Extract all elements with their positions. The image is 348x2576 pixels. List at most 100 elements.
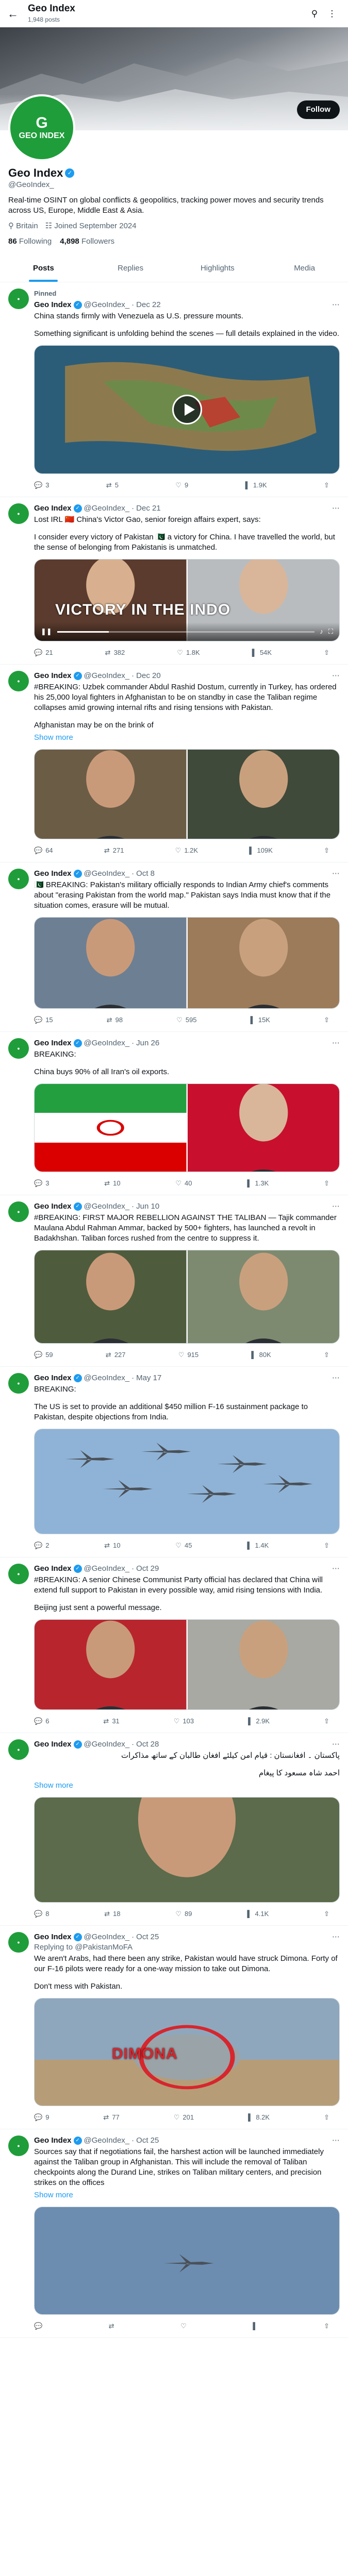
reply-button[interactable]: 💬 3 [34, 480, 49, 490]
like-button[interactable]: ♡ 40 [175, 1178, 192, 1189]
tweet[interactable]: ● Geo Index ✓ @GeoIndex_ · May 17 ⋯ BREAKING: Th… [0, 1367, 348, 1557]
tweet-avatar[interactable]: ● [8, 289, 29, 309]
tweet[interactable]: ● Geo Index ✓ @GeoIndex_ · Jun 26 ⋯ BREAKING: Ch… [0, 1032, 348, 1195]
repost-button[interactable]: ⇄ 271 [104, 845, 124, 856]
tweet-avatar[interactable]: ● [8, 1932, 29, 1953]
share-button[interactable]: ⇧ [324, 648, 329, 658]
tweet-media[interactable] [34, 1797, 340, 1903]
more-options-icon[interactable]: ⋯ [332, 2136, 340, 2146]
video-pause-icon[interactable]: ❚❚ [41, 626, 52, 637]
tweet-author-name[interactable]: Geo Index [34, 869, 72, 879]
share-button[interactable]: ⇧ [324, 2112, 329, 2123]
repost-button[interactable]: ⇄ 10 [104, 1540, 120, 1551]
tweet-handle[interactable]: @GeoIndex_ [84, 503, 130, 514]
tweet-author-name[interactable]: Geo Index [34, 1739, 72, 1750]
like-button[interactable]: ♡ 103 [174, 1716, 194, 1726]
repost-button[interactable]: ⇄ [109, 2321, 118, 2331]
share-button[interactable]: ⇧ [324, 2321, 329, 2331]
video-progress-bar[interactable] [57, 631, 315, 633]
tweet-date[interactable]: Jun 26 [136, 1038, 159, 1048]
tweet[interactable]: ● Geo Index ✓ @GeoIndex_ · Oct 25 ⋯ Sources say… [0, 2129, 348, 2338]
views-button[interactable]: ▌ [253, 2321, 260, 2331]
share-button[interactable]: ⇧ [324, 1540, 329, 1551]
views-button[interactable]: ▌ 109K [249, 845, 273, 856]
views-button[interactable]: ▌ 8.2K [248, 2112, 270, 2123]
reply-button[interactable]: 💬 6 [34, 1716, 49, 1726]
tweet-media[interactable]: DIMONA [34, 1998, 340, 2106]
tweet-author-name[interactable]: Geo Index [34, 1564, 72, 1574]
tweet-date[interactable]: Oct 25 [136, 1932, 159, 1942]
more-options-icon[interactable]: ⋯ [332, 869, 340, 879]
tweet-avatar[interactable]: ● [8, 869, 29, 889]
tweet[interactable]: ● Geo Index ✓ @GeoIndex_ · Dec 21 ⋯ Lost IRL 🇨🇳… [0, 497, 348, 665]
tweet-media[interactable]: VICTORY IN THE INDO ❚❚ ♪ ⛶ [34, 559, 340, 641]
tweet-handle[interactable]: @GeoIndex_ [84, 1739, 130, 1750]
reply-button[interactable]: 💬 15 [34, 1015, 53, 1025]
repost-button[interactable]: ⇄ 10 [104, 1178, 120, 1189]
tweet-avatar[interactable]: ● [8, 1739, 29, 1760]
like-button[interactable]: ♡ 1.2K [175, 845, 198, 856]
like-button[interactable]: ♡ 9 [175, 480, 188, 490]
more-icon[interactable]: ⋮ [323, 9, 341, 19]
like-button[interactable]: ♡ 915 [178, 1350, 198, 1360]
tweet-handle[interactable]: @GeoIndex_ [84, 1038, 130, 1048]
tweet-media[interactable] [34, 1083, 340, 1172]
tweet-handle[interactable]: @GeoIndex_ [84, 1201, 130, 1212]
tweet-date[interactable]: Dec 21 [136, 503, 161, 514]
tweet-date[interactable]: May 17 [136, 1373, 161, 1383]
tweet-media[interactable] [34, 917, 340, 1009]
tweet-author-name[interactable]: Geo Index [34, 300, 72, 310]
reply-button[interactable]: 💬 [34, 2321, 45, 2331]
fullscreen-icon[interactable]: ⛶ [328, 626, 333, 637]
tab-posts[interactable]: Posts [0, 255, 87, 282]
follow-button[interactable]: Follow [296, 100, 340, 119]
repost-button[interactable]: ⇄ 31 [103, 1716, 119, 1726]
tweet-avatar[interactable]: ● [8, 1373, 29, 1394]
like-button[interactable]: ♡ 45 [175, 1540, 192, 1551]
tweet-handle[interactable]: @GeoIndex_ [84, 1932, 130, 1942]
tweet-handle[interactable]: @GeoIndex_ [84, 869, 130, 879]
share-button[interactable]: ⇧ [324, 1350, 329, 1360]
repost-button[interactable]: ⇄ 382 [105, 648, 125, 658]
share-button[interactable]: ⇧ [324, 1015, 329, 1025]
share-button[interactable]: ⇧ [324, 1909, 329, 1919]
views-button[interactable]: ▌ 1.9K [245, 480, 267, 490]
like-button[interactable]: ♡ [180, 2321, 190, 2331]
more-options-icon[interactable]: ⋯ [332, 1373, 340, 1383]
following-link[interactable]: 86 Following [8, 236, 52, 247]
tweet-avatar[interactable]: ● [8, 1564, 29, 1584]
views-button[interactable]: ▌ 54K [252, 648, 272, 658]
show-more-link[interactable]: Show more [34, 1781, 340, 1791]
search-icon[interactable]: ⚲ [306, 9, 323, 19]
repost-button[interactable]: ⇄ 98 [107, 1015, 123, 1025]
tweet[interactable]: ● Geo Index ✓ @GeoIndex_ · Oct 8 ⋯ 🇵🇰 BREAKING:… [0, 862, 348, 1032]
tweet-avatar[interactable]: ● [8, 671, 29, 691]
more-options-icon[interactable]: ⋯ [332, 671, 340, 681]
tweet-date[interactable]: Oct 29 [136, 1564, 159, 1574]
tweet-date[interactable]: Dec 20 [136, 671, 161, 681]
tab-highlights[interactable]: Highlights [174, 255, 261, 282]
repost-button[interactable]: ⇄ 5 [106, 480, 119, 490]
share-button[interactable]: ⇧ [324, 1716, 329, 1726]
views-button[interactable]: ▌ 4.1K [247, 1909, 269, 1919]
tweet-handle[interactable]: @GeoIndex_ [84, 300, 130, 310]
reply-button[interactable]: 💬 9 [34, 2112, 49, 2123]
like-button[interactable]: ♡ 89 [175, 1909, 192, 1919]
back-arrow-icon[interactable]: ← [7, 8, 28, 19]
tweet[interactable]: ● Geo Index ✓ @GeoIndex_ · Jun 10 ⋯ #BREAKING: … [0, 1195, 348, 1367]
tweet-handle[interactable]: @GeoIndex_ [84, 1564, 130, 1574]
tweet-date[interactable]: Oct 25 [136, 2136, 159, 2146]
more-options-icon[interactable]: ⋯ [332, 300, 340, 310]
tweet-media[interactable] [34, 1429, 340, 1534]
share-button[interactable]: ⇧ [324, 480, 329, 490]
tweet-author-name[interactable]: Geo Index [34, 503, 72, 514]
reply-button[interactable]: 💬 8 [34, 1909, 49, 1919]
tweet[interactable]: ● Geo Index ✓ @GeoIndex_ · Oct 29 ⋯ #BREAKING: … [0, 1557, 348, 1733]
more-options-icon[interactable]: ⋯ [332, 1038, 340, 1048]
more-options-icon[interactable]: ⋯ [332, 1739, 340, 1750]
tweet-media[interactable] [34, 345, 340, 474]
avatar[interactable]: G GEO INDEX [8, 94, 75, 161]
tweet-author-name[interactable]: Geo Index [34, 671, 72, 681]
tweet-media[interactable] [34, 749, 340, 839]
views-button[interactable]: ▌ 1.3K [247, 1178, 269, 1189]
